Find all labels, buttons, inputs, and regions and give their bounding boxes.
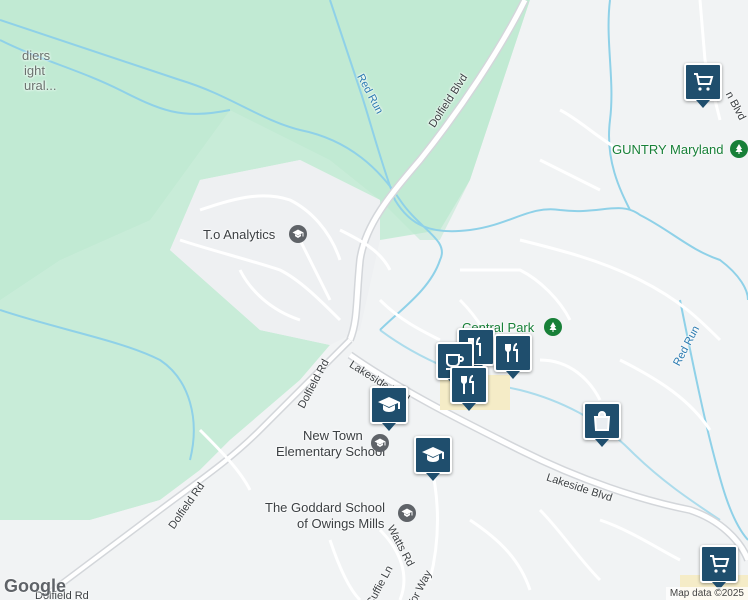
map-canvas[interactable]: diers ight ural... Dolfield Blvd Red Run… bbox=[0, 0, 748, 600]
poi-label-goddard[interactable]: of Owings Mills bbox=[297, 516, 384, 531]
shopping-cart-icon bbox=[710, 555, 730, 573]
poi-label-to-analytics[interactable]: T.o Analytics bbox=[203, 227, 275, 242]
school-marker[interactable] bbox=[370, 386, 408, 431]
poi-label-new-town[interactable]: Elementary School bbox=[276, 444, 385, 459]
graduation-cap-icon bbox=[378, 397, 400, 412]
poi-label-new-town[interactable]: New Town bbox=[303, 428, 363, 443]
shopping-cart-icon bbox=[694, 73, 714, 91]
school-icon[interactable] bbox=[289, 225, 307, 243]
park-label: ight bbox=[24, 63, 45, 78]
school-marker[interactable] bbox=[414, 436, 452, 481]
park-icon[interactable] bbox=[730, 140, 748, 158]
restaurant-icon bbox=[461, 375, 474, 394]
poi-label-guntry[interactable]: GUNTRY Maryland bbox=[612, 142, 724, 157]
shopping-cart-marker[interactable] bbox=[684, 63, 722, 108]
restaurant-marker[interactable] bbox=[494, 334, 532, 379]
shopping-bag-marker[interactable] bbox=[583, 402, 621, 447]
shopping-cart-marker[interactable] bbox=[700, 545, 738, 590]
school-icon[interactable] bbox=[398, 504, 416, 522]
map-attribution[interactable]: Map data ©2025 bbox=[665, 587, 748, 600]
park-label: ural... bbox=[24, 78, 57, 93]
restaurant-marker[interactable] bbox=[450, 366, 488, 411]
poi-label-goddard[interactable]: The Goddard School bbox=[265, 500, 385, 515]
park-label: diers bbox=[22, 48, 51, 63]
park-icon[interactable] bbox=[544, 318, 562, 336]
google-logo: Google bbox=[4, 576, 66, 596]
school-icon[interactable] bbox=[371, 434, 389, 452]
restaurant-icon bbox=[505, 343, 518, 362]
shopping-bag-icon bbox=[593, 411, 611, 431]
graduation-cap-icon bbox=[422, 447, 444, 462]
